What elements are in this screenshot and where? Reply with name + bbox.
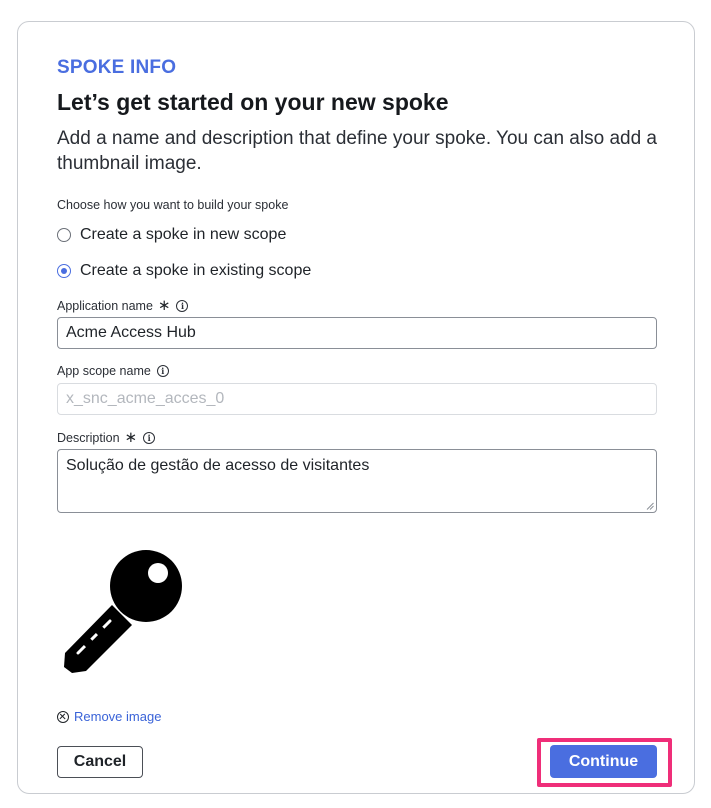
app-scope-name-label-text: App scope name [57,364,151,378]
resize-handle-icon[interactable] [646,502,654,510]
continue-button[interactable]: Continue [550,745,657,778]
description-text: Solução de gestão de acesso de visitante… [66,457,370,474]
build-method-label: Choose how you want to build your spoke [57,198,289,212]
radio-existing-scope-label: Create a spoke in existing scope [80,262,312,279]
application-name-label-text: Application name [57,298,153,313]
radio-button-unchecked[interactable] [57,228,71,242]
radio-existing-scope[interactable]: Create a spoke in existing scope [57,262,311,280]
info-icon[interactable]: i [143,431,156,444]
application-name-label: Application name ∗ i [57,297,189,314]
spoke-info-card: SPOKE INFO Let’s get started on your new… [17,21,695,794]
key-icon [64,550,182,673]
required-icon: ∗ [124,429,138,446]
page-subtitle: Add a name and description that define y… [57,128,657,174]
radio-button-checked[interactable] [57,264,71,278]
application-name-input[interactable]: Acme Access Hub [57,317,657,349]
radio-new-scope[interactable]: Create a spoke in new scope [57,226,286,244]
section-eyebrow: SPOKE INFO [57,57,177,78]
radio-new-scope-label: Create a spoke in new scope [80,226,287,243]
cancel-button[interactable]: Cancel [57,746,143,778]
page-title: Let’s get started on your new spoke [57,89,449,115]
app-scope-name-label: App scope name i [57,364,169,378]
info-icon[interactable]: i [176,299,189,312]
remove-image-link[interactable]: Remove image [57,709,161,724]
required-icon: ∗ [157,297,171,314]
remove-circle-icon [57,710,69,723]
description-label-text: Description [57,430,120,445]
description-label: Description ∗ i [57,429,156,446]
description-textarea[interactable]: Solução de gestão de acesso de visitante… [57,449,657,513]
info-icon[interactable]: i [156,365,169,377]
app-scope-name-input[interactable]: x_snc_acme_acces_0 [57,383,657,415]
remove-image-label: Remove image [74,709,162,724]
